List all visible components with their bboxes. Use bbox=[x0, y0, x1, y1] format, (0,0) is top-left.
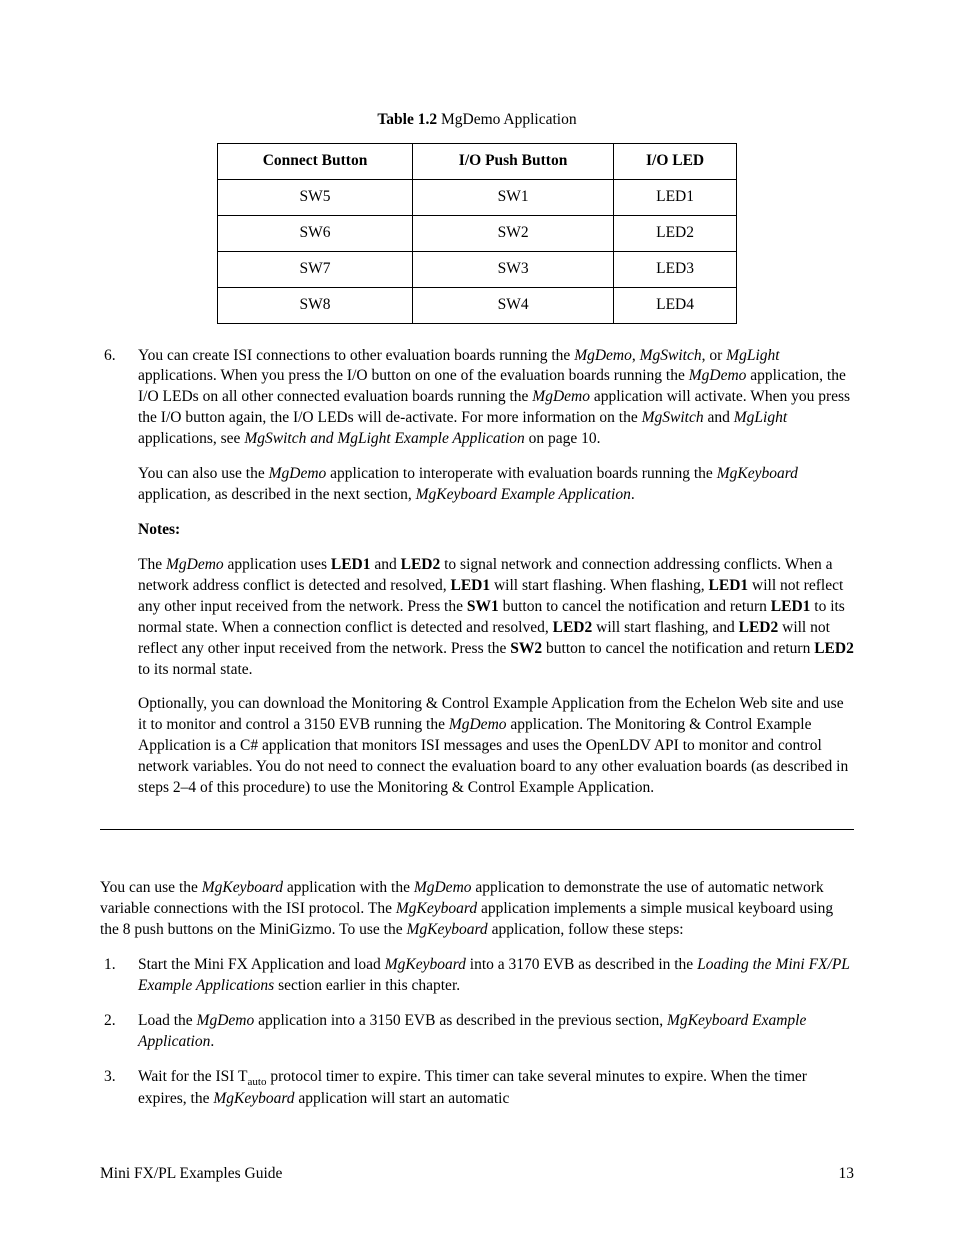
footer-title: Mini FX/PL Examples Guide bbox=[100, 1164, 282, 1185]
table-cell: SW4 bbox=[413, 287, 614, 323]
table-cell: SW8 bbox=[218, 287, 413, 323]
col-header: I/O Push Button bbox=[413, 143, 614, 179]
table-row: SW7 SW3 LED3 bbox=[218, 251, 737, 287]
paragraph: Optionally, you can download the Monitor… bbox=[138, 694, 854, 799]
paragraph: You can create ISI connections to other … bbox=[138, 346, 854, 451]
list-content: Wait for the ISI Tauto protocol timer to… bbox=[138, 1067, 854, 1111]
table-number: Table 1.2 bbox=[377, 111, 437, 128]
table-cell: LED2 bbox=[614, 215, 737, 251]
table-row: SW8 SW4 LED4 bbox=[218, 287, 737, 323]
table-row: SW5 SW1 LED1 bbox=[218, 179, 737, 215]
col-header: I/O LED bbox=[614, 143, 737, 179]
table-cell: SW5 bbox=[218, 179, 413, 215]
table-cell: LED3 bbox=[614, 251, 737, 287]
step-2: 2. Load the MgDemo application into a 31… bbox=[100, 1011, 854, 1053]
table-cell: SW1 bbox=[413, 179, 614, 215]
page-number: 13 bbox=[839, 1164, 855, 1185]
table-cell: SW2 bbox=[413, 215, 614, 251]
list-number: 2. bbox=[100, 1011, 138, 1053]
paragraph: You can also use the MgDemo application … bbox=[138, 464, 854, 506]
table-cell: LED1 bbox=[614, 179, 737, 215]
list-number: 3. bbox=[100, 1067, 138, 1111]
table-cell: SW6 bbox=[218, 215, 413, 251]
step-1: 1. Start the Mini FX Application and loa… bbox=[100, 955, 854, 997]
page-footer: Mini FX/PL Examples Guide 13 bbox=[100, 1164, 854, 1185]
list-item-6: 6. You can create ISI connections to oth… bbox=[100, 346, 854, 814]
table-cell: SW7 bbox=[218, 251, 413, 287]
table-header-row: Connect Button I/O Push Button I/O LED bbox=[218, 143, 737, 179]
list-content: Load the MgDemo application into a 3150 … bbox=[138, 1011, 854, 1053]
mgdemo-table: Connect Button I/O Push Button I/O LED S… bbox=[217, 143, 737, 324]
list-number: 1. bbox=[100, 955, 138, 997]
list-content: Start the Mini FX Application and load M… bbox=[138, 955, 854, 997]
table-row: SW6 SW2 LED2 bbox=[218, 215, 737, 251]
step-3: 3. Wait for the ISI Tauto protocol timer… bbox=[100, 1067, 854, 1111]
section-divider bbox=[100, 829, 854, 830]
paragraph: You can use the MgKeyboard application w… bbox=[100, 878, 854, 941]
notes-heading: Notes: bbox=[138, 520, 854, 541]
document-page: Table 1.2 MgDemo Application Connect But… bbox=[0, 0, 954, 1235]
list-number: 6. bbox=[100, 346, 138, 814]
table-cell: SW3 bbox=[413, 251, 614, 287]
table-cell: LED4 bbox=[614, 287, 737, 323]
table-caption: Table 1.2 MgDemo Application bbox=[100, 110, 854, 131]
list-content: You can create ISI connections to other … bbox=[138, 346, 854, 814]
col-header: Connect Button bbox=[218, 143, 413, 179]
paragraph: The MgDemo application uses LED1 and LED… bbox=[138, 555, 854, 681]
table-title: MgDemo Application bbox=[437, 111, 577, 128]
